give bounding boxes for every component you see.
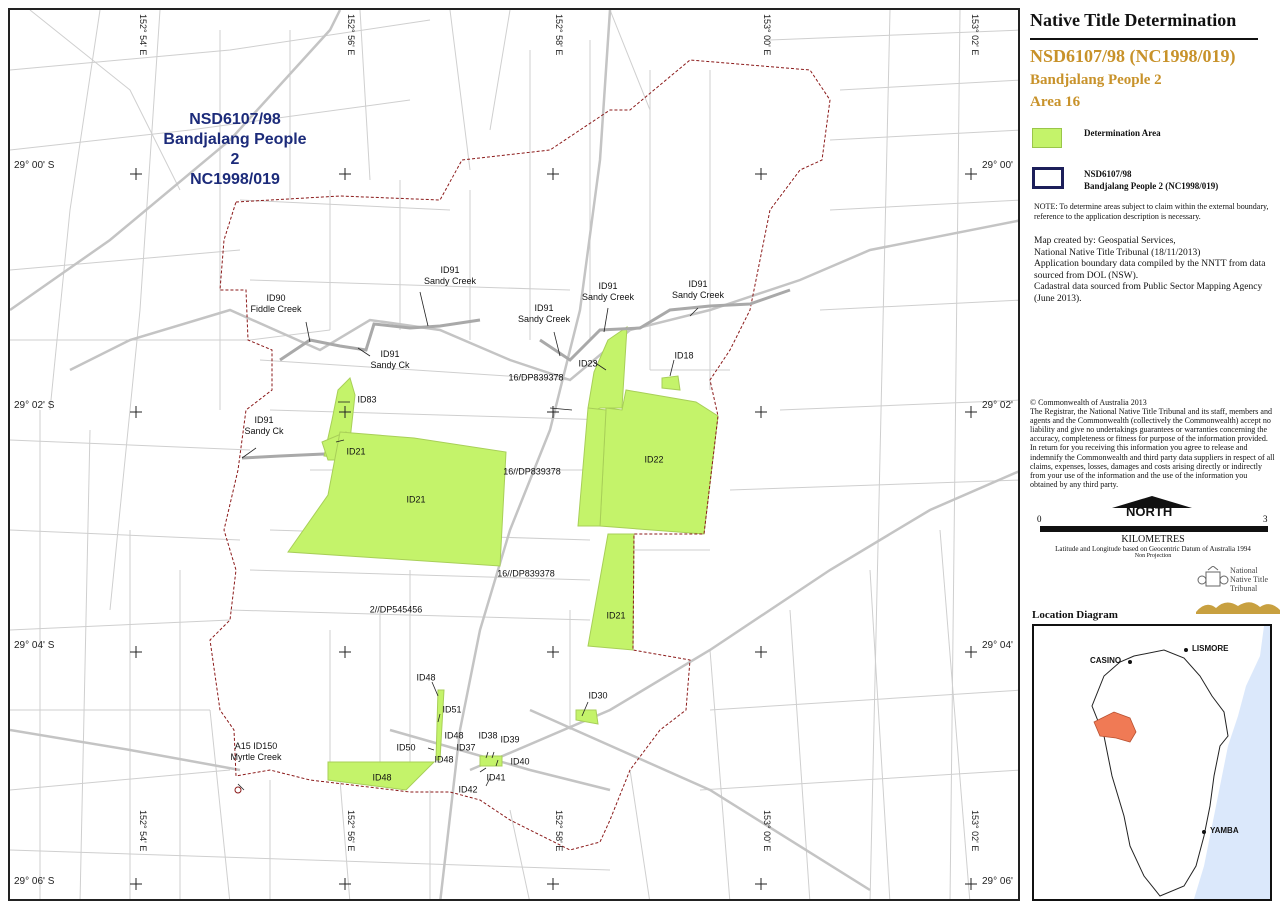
area-id37-40 [479, 755, 503, 767]
lat-label-left: 29° 00' S [14, 160, 55, 171]
town-label-yamba: YAMBA [1210, 826, 1239, 835]
lot-label: 16//DP839378 [497, 568, 555, 579]
legend-label-determination: Determination Area [1084, 128, 1161, 138]
feature-label-id91: ID91 Sandy Ck [244, 415, 284, 436]
feature-label-id91: ID91 Sandy Creek [671, 279, 725, 300]
grid-crosses [130, 168, 977, 890]
map-title-name: Bandjalang People 2 [163, 131, 307, 168]
feature-label-id41: ID41 [486, 772, 506, 783]
lon-label-bottom: 153° 02' E [970, 810, 980, 852]
scale-unit: KILOMETRES [1121, 534, 1185, 545]
determination-name: Bandjalang People 2 [1030, 72, 1162, 88]
datum-note: Latitude and Longitude based on Geocentr… [1055, 545, 1251, 553]
sea-area [1194, 626, 1270, 899]
lon-label-top: 153° 00' E [762, 14, 772, 56]
lot-label: 16//DP839378 [503, 466, 561, 477]
feature-label-id40: ID40 [510, 756, 530, 767]
legend-panel: Native Title Determination NSD6107/98 (N… [1026, 8, 1280, 901]
lon-label-top: 152° 54' E [138, 14, 148, 56]
determination-area-number: Area 16 [1030, 94, 1081, 110]
logo-text: National Native Title Tribunal [1230, 566, 1269, 593]
lon-label-bottom: 152° 54' E [138, 810, 148, 852]
feature-label-id21: ID21 [606, 610, 626, 621]
lon-label-top: 153° 02' E [970, 14, 980, 56]
location-diagram: CASINO LISMORE YAMBA [1032, 624, 1272, 901]
nntt-logo: National Native Title Tribunal [1196, 564, 1280, 614]
lon-label-bottom: 152° 56' E [346, 810, 356, 852]
lat-label-right: 29° 02' [982, 400, 1013, 411]
lat-label-right: 29° 04' [982, 640, 1013, 651]
credits-text: Map created by: Geospatial Services, Nat… [1034, 236, 1266, 304]
coat-of-arms-icon [1197, 566, 1229, 587]
area-id21 [287, 431, 507, 567]
map-title: NSD6107/98 Bandjalang People 2 NC1998/01… [160, 110, 310, 190]
lon-label-top: 152° 56' E [346, 14, 356, 56]
map-title-id: NSD6107/98 [189, 111, 281, 128]
feature-label-id51: ID51 [442, 704, 462, 715]
feature-label-id91: ID91 Sandy Ck [370, 349, 410, 370]
legend-swatch-determination [1032, 128, 1062, 148]
feature-label-id18: ID18 [674, 350, 694, 361]
feature-label-id23: ID23 [578, 358, 598, 369]
feature-label-id21: ID21 [406, 494, 426, 505]
feature-label-id48: ID48 [434, 754, 454, 765]
lat-label-right: 29° 06' [982, 876, 1013, 887]
feature-label-id48: ID48 [444, 730, 464, 741]
lat-label-right: 29° 00' [982, 160, 1013, 171]
town-label-lismore: LISMORE [1192, 644, 1229, 653]
area-id21-south [587, 533, 635, 651]
feature-label-id21: ID21 [346, 446, 366, 457]
determination-id: NSD6107/98 (NC1998/019) [1030, 46, 1236, 66]
copyright-text: © Commonwealth of Australia 2013 The Reg… [1030, 398, 1275, 489]
location-highlight [1093, 711, 1137, 743]
lot-label: 16/DP839378 [508, 372, 564, 383]
feature-label-id91: ID91 Sandy Creek [517, 303, 571, 324]
lat-label-left: 29° 04' S [14, 640, 55, 651]
scale-bar [1040, 526, 1268, 532]
heading-rule [1030, 38, 1258, 40]
panel-heading: Native Title Determination [1030, 10, 1237, 30]
town-label-casino: CASINO [1090, 656, 1122, 665]
feature-label-id48: ID48 [372, 772, 392, 783]
map-title-ref: NC1998/019 [190, 171, 280, 188]
area-id18 [661, 375, 681, 391]
lon-label-bottom: 152° 58' E [554, 810, 564, 852]
legend-label-boundary: NSD6107/98 Bandjalang People 2 (NC1998/0… [1084, 169, 1219, 191]
note-text: NOTE: To determine areas subject to clai… [1034, 202, 1269, 221]
lat-label-left: 29° 06' S [14, 876, 55, 887]
feature-label-id37: ID37 [456, 742, 476, 753]
feature-label-id50: ID50 [396, 742, 416, 753]
feature-label-id48: ID48 [416, 672, 436, 683]
feature-label-id22: ID22 [644, 454, 664, 465]
main-map[interactable]: NSD6107/98 Bandjalang People 2 NC1998/01… [8, 8, 1020, 901]
determination-areas [287, 326, 719, 791]
lot-label: 2//DP545456 [369, 604, 423, 615]
location-diagram-title: Location Diagram [1032, 609, 1118, 621]
feature-label-id38: ID38 [478, 730, 498, 741]
lon-label-bottom: 153° 00' E [762, 810, 772, 852]
location-map-canvas [1091, 626, 1270, 899]
projection-note: Non Projection [1134, 553, 1172, 559]
scale-start: 0 [1037, 514, 1042, 524]
feature-label-id83: ID83 [357, 394, 377, 405]
feature-label-id90: ID90 Fiddle Creek [250, 293, 302, 314]
feature-label-id39: ID39 [500, 734, 520, 745]
logo-wave-icon [1196, 602, 1280, 614]
lon-label-top: 152° 58' E [554, 14, 564, 56]
area-id48-strip [435, 689, 445, 761]
north-label: NORTH [1126, 504, 1173, 519]
scale-end: 3 [1263, 514, 1268, 524]
legend-swatch-boundary [1032, 167, 1064, 189]
feature-label-id91: ID91 Sandy Creek [423, 265, 477, 286]
feature-label-id42: ID42 [458, 784, 478, 795]
feature-label-id91: ID91 Sandy Creek [581, 281, 635, 302]
feature-label-a15-id150: A15 ID150 Myrtle Creek [230, 741, 282, 762]
feature-label-id30: ID30 [588, 690, 608, 701]
lat-label-left: 29° 02' S [14, 400, 55, 411]
